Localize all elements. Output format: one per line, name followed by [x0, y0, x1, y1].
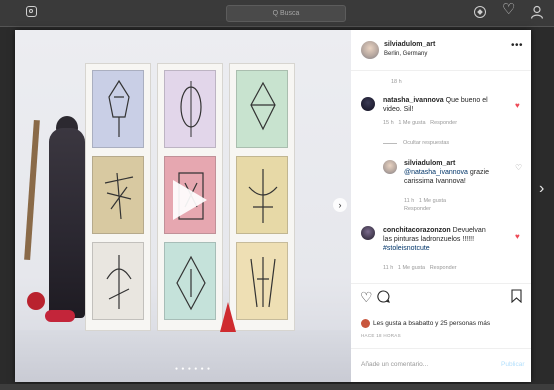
artwork-tile	[92, 70, 144, 148]
add-comment-bar: Añade un comentario... Publicar	[351, 348, 531, 384]
post-actions: ♡ Les gusta a bsabatto y 25 personas más…	[351, 283, 531, 383]
red-sculpture	[220, 302, 236, 332]
liked-heart-icon[interactable]: ♥	[515, 101, 520, 110]
comment-icon[interactable]	[377, 290, 390, 306]
easel	[24, 119, 40, 261]
divider	[383, 143, 397, 144]
post-modal: › ● ● ● ● ● ● silviadulom_art Berlin, Ge…	[15, 30, 531, 382]
play-icon[interactable]	[173, 180, 207, 220]
comment-text: natasha_ivannova Que bueno el video. Sil…	[383, 96, 511, 114]
avatar[interactable]	[361, 226, 375, 240]
reply-button[interactable]: Responder	[430, 120, 457, 126]
avatar[interactable]	[361, 41, 379, 59]
post-username[interactable]: silviadulom_art	[384, 41, 435, 48]
comment-username[interactable]: natasha_ivannova	[383, 97, 444, 104]
screen-panel-left	[85, 63, 151, 331]
avatar[interactable]	[361, 97, 375, 111]
top-nav-bar: Q Busca ♡	[0, 0, 554, 27]
post-timestamp: HACE 18 HORAS	[361, 333, 401, 338]
comment-likes[interactable]: 1 Me gusta	[419, 198, 446, 204]
comment-username[interactable]: conchitacorazonzon	[383, 227, 451, 234]
avatar[interactable]	[361, 319, 370, 328]
like-heart-icon[interactable]: ♡	[515, 163, 522, 172]
comment-body: grazie	[469, 169, 489, 176]
comment-time: 15 h	[383, 120, 394, 126]
comment-likes[interactable]: 1 Me gusta	[398, 265, 425, 271]
caption-time: 18 h	[391, 79, 402, 85]
post-video[interactable]: › ● ● ● ● ● ●	[15, 30, 351, 382]
profile-icon[interactable]	[530, 5, 544, 19]
post-sidebar: silviadulom_art Berlin, Germany ••• 18 h…	[351, 30, 531, 382]
hide-replies-button[interactable]: Ocultar respuestas	[403, 140, 449, 146]
comment-meta: 11 h 1 Me gusta Responder	[404, 197, 446, 213]
avatar[interactable]	[383, 160, 397, 174]
comment-meta: 15 h 1 Me gusta Responder	[383, 120, 457, 126]
comment-body: Que bueno el	[445, 97, 488, 104]
reply-button[interactable]: Responder	[404, 206, 431, 212]
comment-text: conchitacorazonzon Devuelvan las pintura…	[383, 226, 511, 253]
comment-meta: 11 h 1 Me gusta Responder	[383, 265, 457, 271]
comment-body-cont: carissima Ivannova!	[404, 178, 466, 185]
hashtag-link[interactable]: #stoleisnotcute	[383, 245, 430, 252]
comment-time: 11 h	[383, 265, 394, 271]
artwork-tile	[164, 70, 216, 148]
red-shoe	[45, 310, 75, 322]
artwork-tile	[92, 156, 144, 234]
comment-body-cont: las pinturas ladronzuelos !!!!!!	[383, 236, 475, 243]
comment-username[interactable]: silviadulom_art	[404, 160, 455, 167]
red-ball	[27, 292, 45, 310]
carousel-next-button[interactable]: ›	[333, 198, 347, 212]
likes-summary[interactable]: Les gusta a bsabatto y 25 personas más	[373, 320, 490, 327]
more-options-icon[interactable]: •••	[511, 40, 523, 51]
mention-link[interactable]: @natasha_ivannova	[404, 169, 468, 176]
reply-button[interactable]: Responder	[430, 265, 457, 271]
publish-button[interactable]: Publicar	[501, 361, 524, 368]
comment-text: silviadulom_art @natasha_ivannova grazie…	[404, 159, 514, 186]
floor	[15, 330, 351, 382]
comment-input[interactable]: Añade un comentario...	[361, 361, 428, 368]
carousel-dots: ● ● ● ● ● ●	[175, 366, 212, 372]
artwork-tile	[236, 242, 288, 320]
bookmark-icon[interactable]	[511, 289, 522, 306]
taskbar	[0, 384, 554, 390]
artwork-tile	[236, 70, 288, 148]
person-figure	[49, 128, 85, 318]
artwork-tile	[164, 242, 216, 320]
artwork-tile	[92, 242, 144, 320]
liked-heart-icon[interactable]: ♥	[515, 232, 520, 241]
compass-icon[interactable]	[474, 6, 486, 18]
post-location[interactable]: Berlin, Germany	[384, 51, 427, 57]
comment-body-cont: video. Sil!	[383, 106, 414, 113]
comment-body: Devuelvan	[452, 227, 486, 234]
instagram-logo-icon[interactable]	[26, 6, 37, 17]
comment-time: 11 h	[404, 198, 415, 204]
heart-icon[interactable]: ♡	[502, 2, 515, 17]
comment-likes[interactable]: 1 Me gusta	[398, 120, 425, 126]
post-header: silviadulom_art Berlin, Germany •••	[351, 30, 531, 71]
screen-panel-right	[229, 63, 295, 331]
search-input[interactable]: Q Busca	[226, 5, 346, 22]
next-post-arrow[interactable]: ›	[539, 180, 544, 198]
artwork-tile	[236, 156, 288, 234]
comments-list: 18 h natasha_ivannova Que bueno el video…	[351, 71, 531, 283]
like-heart-icon[interactable]: ♡	[360, 289, 373, 306]
